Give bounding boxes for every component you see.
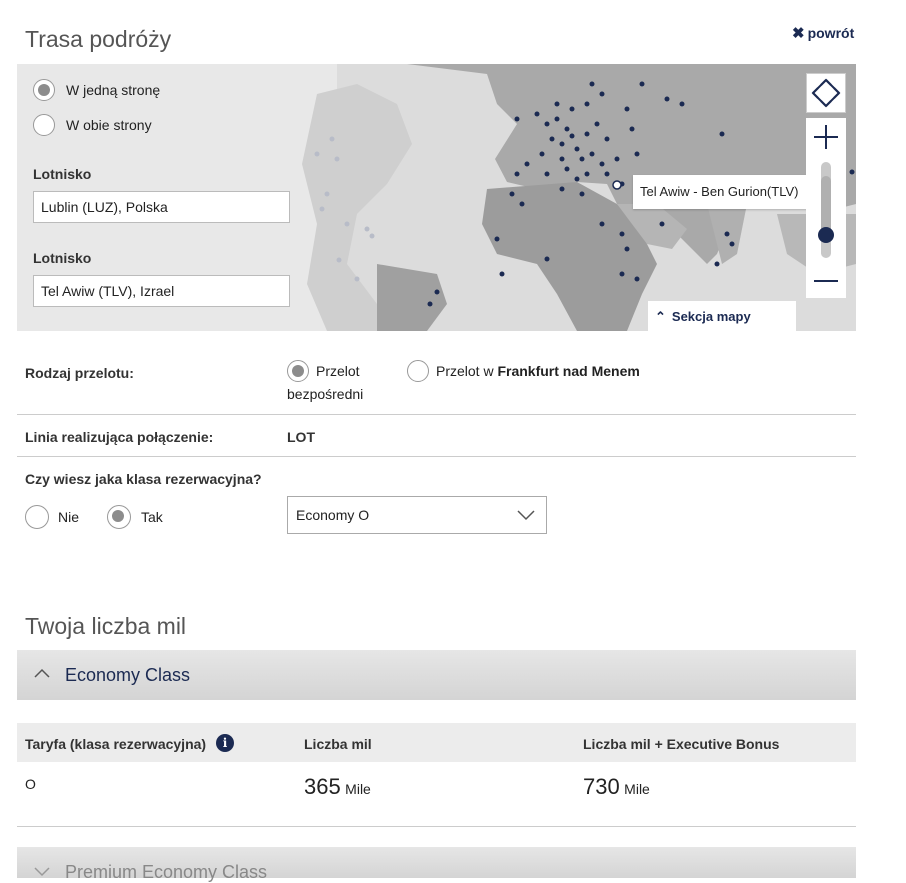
via-flight-label: Przelot w Frankfurt nad Menem [436, 363, 640, 379]
carrier-label: Linia realizująca połączenie: [25, 429, 214, 445]
fit-icon [811, 78, 841, 108]
divider [17, 826, 856, 827]
premium-economy-accordion[interactable]: Premium Economy Class [17, 847, 856, 882]
radio-one-way[interactable] [33, 79, 55, 101]
miles-value: 365 [304, 774, 341, 799]
radio-via-flight[interactable] [407, 360, 429, 382]
booking-class-select-value: Economy O [296, 507, 370, 523]
fit-map-button[interactable] [806, 73, 846, 113]
divider [17, 414, 856, 415]
radio-no[interactable] [25, 505, 49, 529]
booking-class-select[interactable]: Economy O [287, 496, 547, 534]
route-map-panel: W jedną stronę W obie strony Lotnisko Lo… [17, 64, 856, 331]
zoom-out-button[interactable] [806, 264, 846, 298]
miles-table-header: Taryfa (klasa rezerwacyjna) i Liczba mil… [17, 723, 856, 762]
bonus-miles-unit: Mile [624, 781, 650, 797]
divider [17, 456, 856, 457]
zoom-fill [821, 176, 831, 234]
zoom-handle[interactable] [818, 227, 834, 243]
radio-one-way-label: W jedną stronę [66, 82, 161, 98]
origin-label: Lotnisko [33, 166, 92, 182]
destination-input[interactable] [33, 275, 290, 307]
bonus-miles-cell: 730 Mile [583, 774, 650, 800]
page-title: Trasa podróży [25, 26, 172, 52]
radio-yes[interactable] [107, 505, 131, 529]
destination-label: Lotnisko [33, 250, 92, 266]
economy-class-label: Economy Class [65, 665, 191, 685]
via-city: Frankfurt nad Menem [497, 363, 640, 379]
via-prefix: Przelot w [436, 363, 494, 379]
chevron-up-icon: ⌃ [655, 309, 666, 324]
header-miles-bonus: Liczba mil + Executive Bonus [583, 736, 780, 752]
back-label: powrót [807, 25, 855, 41]
plus-icon [814, 125, 838, 149]
radio-round-trip[interactable] [33, 114, 55, 136]
miles-cell: 365 Mile [304, 774, 371, 800]
info-icon[interactable]: i [216, 734, 234, 752]
carrier-value: LOT [287, 429, 315, 445]
direct-flight-label-1: Przelot [316, 363, 360, 379]
radio-yes-label: Tak [141, 509, 163, 525]
origin-input[interactable] [33, 191, 290, 223]
radio-round-trip-label: W obie strony [66, 117, 152, 133]
back-link[interactable]: ✖ powrót [792, 24, 854, 42]
map-tooltip: Tel Awiw - Ben Gurion(TLV) [633, 175, 823, 209]
radio-no-label: Nie [58, 509, 80, 525]
header-fare: Taryfa (klasa rezerwacyjna) [25, 736, 207, 752]
close-icon: ✖ [792, 25, 805, 42]
map-section-toggle[interactable]: ⌃ Sekcja mapy [648, 301, 796, 331]
bonus-miles-value: 730 [583, 774, 620, 799]
map-section-label: Sekcja mapy [671, 309, 751, 324]
fare-class-cell: O [25, 776, 36, 792]
direct-flight-label-2: bezpośredni [287, 386, 364, 402]
zoom-in-button[interactable] [806, 118, 846, 156]
flight-type-label: Rodzaj przelotu: [25, 365, 134, 381]
header-miles: Liczba mil [304, 736, 372, 752]
minus-icon [814, 280, 838, 282]
miles-section-title: Twoja liczba mil [25, 613, 187, 639]
chevron-down-icon [34, 867, 50, 877]
premium-economy-label: Premium Economy Class [65, 862, 268, 882]
chevron-up-icon [34, 668, 50, 678]
chevron-down-icon [517, 510, 535, 521]
economy-class-accordion[interactable]: Economy Class [17, 650, 856, 700]
zoom-slider[interactable] [806, 156, 846, 264]
radio-direct-flight[interactable] [287, 360, 309, 382]
booking-class-question: Czy wiesz jaka klasa rezerwacyjna? [25, 471, 262, 487]
miles-unit: Mile [345, 781, 371, 797]
